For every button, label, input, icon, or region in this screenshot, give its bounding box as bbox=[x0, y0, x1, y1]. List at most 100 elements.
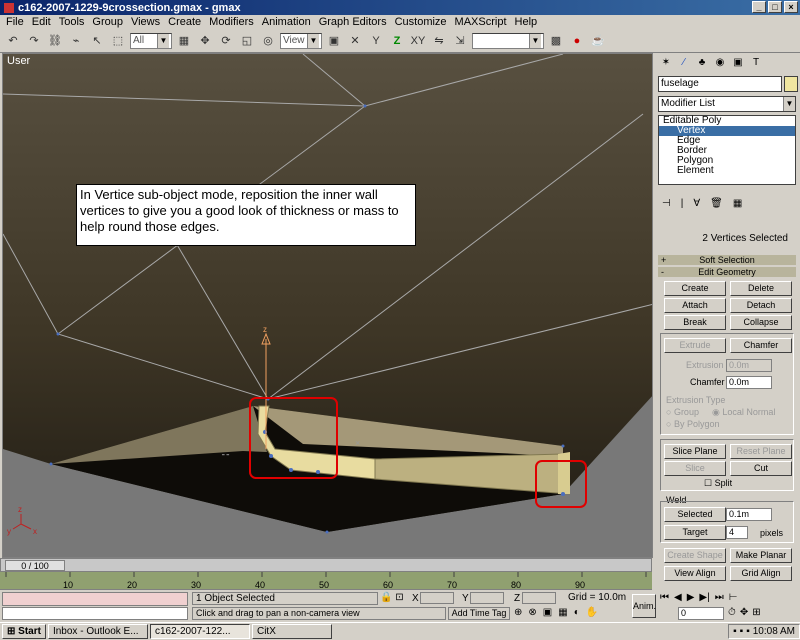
modifier-list-select[interactable]: Modifier List ▼ bbox=[658, 96, 796, 112]
tray-icon[interactable]: ▪ bbox=[733, 625, 737, 638]
render-teapot-icon[interactable]: ☕ bbox=[589, 32, 607, 50]
zoom-icon[interactable]: ⊕ bbox=[514, 607, 522, 620]
configure-modifier-sets-icon[interactable]: ▦ bbox=[733, 198, 742, 214]
group-radio[interactable]: ○ Group bbox=[666, 407, 699, 417]
redo-icon[interactable]: ↷ bbox=[25, 32, 43, 50]
align-icon[interactable]: ⇲ bbox=[451, 32, 469, 50]
menu-tools[interactable]: Tools bbox=[55, 16, 89, 28]
menu-customize[interactable]: Customize bbox=[391, 16, 451, 28]
select-by-name-icon[interactable]: ▦ bbox=[175, 32, 193, 50]
axis-z-icon[interactable]: Z bbox=[388, 32, 406, 50]
view-align-button[interactable]: View Align bbox=[664, 566, 726, 581]
rollout-edit-geometry[interactable]: - Edit Geometry bbox=[658, 267, 796, 277]
maxscript-input[interactable] bbox=[2, 607, 188, 620]
prev-frame-icon[interactable]: ◀ bbox=[674, 592, 682, 605]
create-tab-icon[interactable]: ✶ bbox=[658, 56, 674, 70]
rotate-icon[interactable]: ⟳ bbox=[217, 32, 235, 50]
weld-threshold-spinner[interactable]: 0.1m bbox=[726, 508, 772, 521]
start-button[interactable]: ⊞ Start bbox=[2, 624, 46, 639]
axis-y-icon[interactable]: Y bbox=[367, 32, 385, 50]
time-slider[interactable]: 0 / 100 bbox=[0, 558, 652, 572]
select-region-icon[interactable]: ⬚ bbox=[109, 32, 127, 50]
y-coord-field[interactable] bbox=[470, 592, 504, 604]
undo-icon[interactable]: ↶ bbox=[4, 32, 22, 50]
menu-create[interactable]: Create bbox=[164, 16, 205, 28]
menu-edit[interactable]: Edit bbox=[28, 16, 55, 28]
hierarchy-tab-icon[interactable]: ♣ bbox=[694, 56, 710, 70]
slice-button[interactable]: Slice bbox=[664, 461, 726, 476]
close-button[interactable]: × bbox=[784, 1, 798, 13]
chamfer-button[interactable]: Chamfer bbox=[730, 338, 792, 353]
go-to-end-icon[interactable]: ⏭ bbox=[715, 592, 724, 605]
modify-tab-icon[interactable]: ⁄ bbox=[676, 56, 692, 70]
weld-selected-button[interactable]: Selected bbox=[664, 507, 726, 522]
object-name-field[interactable]: fuselage bbox=[658, 76, 782, 92]
zoom-extents-all-icon[interactable]: ▦ bbox=[558, 607, 567, 620]
mirror-icon[interactable]: ⇋ bbox=[430, 32, 448, 50]
pivot-center-icon[interactable]: ▣ bbox=[325, 32, 343, 50]
axis-x-icon[interactable]: ✕ bbox=[346, 32, 364, 50]
orbit-icon[interactable]: ✥ bbox=[740, 607, 748, 620]
utilities-tab-icon[interactable]: T bbox=[748, 56, 764, 70]
render-icon[interactable]: ● bbox=[568, 32, 586, 50]
delete-button[interactable]: Delete bbox=[730, 281, 792, 296]
pan-icon[interactable]: ✋ bbox=[586, 607, 598, 620]
make-unique-icon[interactable]: ∀ bbox=[693, 198, 700, 214]
slice-plane-button[interactable]: Slice Plane bbox=[664, 444, 726, 459]
go-to-start-icon[interactable]: ⏮ bbox=[660, 592, 669, 605]
reference-coord-select[interactable]: View ▼ bbox=[280, 32, 322, 49]
minimize-button[interactable]: _ bbox=[752, 1, 766, 13]
menu-graph-editors[interactable]: Graph Editors bbox=[315, 16, 391, 28]
extrusion-spinner[interactable]: 0.0m bbox=[726, 359, 772, 372]
time-config-icon[interactable]: ⏱ bbox=[728, 607, 736, 620]
cut-button[interactable]: Cut bbox=[730, 461, 792, 476]
scale-icon[interactable]: ◱ bbox=[238, 32, 256, 50]
motion-tab-icon[interactable]: ◉ bbox=[712, 56, 728, 70]
menu-group[interactable]: Group bbox=[88, 16, 127, 28]
play-icon[interactable]: ▶ bbox=[687, 592, 695, 605]
tray-icon[interactable]: ▪ bbox=[746, 625, 750, 638]
move-icon[interactable]: ✥ bbox=[196, 32, 214, 50]
select-object-icon[interactable]: ↖ bbox=[88, 32, 106, 50]
rollout-soft-selection[interactable]: + Soft Selection bbox=[658, 255, 796, 265]
show-end-result-icon[interactable]: | bbox=[681, 198, 684, 214]
collapse-button[interactable]: Collapse bbox=[730, 315, 792, 330]
viewport-label[interactable]: User bbox=[7, 55, 30, 67]
create-shape-button[interactable]: Create Shape bbox=[664, 548, 726, 563]
pivot-icon[interactable]: ◎ bbox=[259, 32, 277, 50]
menu-animation[interactable]: Animation bbox=[258, 16, 315, 28]
field-of-view-icon[interactable]: ◐ bbox=[574, 607, 580, 620]
selection-filter-select[interactable]: All ▼ bbox=[130, 32, 172, 49]
maximize-viewport-icon[interactable]: ⊞ bbox=[752, 607, 760, 620]
maxscript-listener[interactable] bbox=[2, 592, 188, 606]
task-gmax[interactable]: c162-2007-122... bbox=[149, 624, 250, 639]
create-button[interactable]: Create bbox=[664, 281, 726, 296]
x-coord-field[interactable] bbox=[420, 592, 454, 604]
menu-help[interactable]: Help bbox=[511, 16, 542, 28]
task-citx[interactable]: CitX bbox=[251, 624, 332, 639]
reset-plane-button[interactable]: Reset Plane bbox=[730, 444, 792, 459]
display-tab-icon[interactable]: ▣ bbox=[730, 56, 746, 70]
make-planar-button[interactable]: Make Planar bbox=[730, 548, 792, 563]
modifier-stack[interactable]: Editable Poly Vertex Edge Border Polygon… bbox=[658, 115, 796, 185]
chamfer-spinner[interactable]: 0.0m bbox=[726, 376, 772, 389]
remove-modifier-icon[interactable]: 🗑 bbox=[710, 198, 723, 214]
menu-modifiers[interactable]: Modifiers bbox=[205, 16, 258, 28]
time-slider-thumb[interactable]: 0 / 100 bbox=[5, 560, 65, 571]
named-selection-select[interactable]: ▼ bbox=[472, 32, 544, 49]
track-bar[interactable]: 10 20 30 40 50 60 70 80 90 bbox=[0, 572, 652, 590]
menu-maxscript[interactable]: MAXScript bbox=[451, 16, 511, 28]
add-time-tag[interactable]: Add Time Tag bbox=[448, 607, 510, 620]
unlink-icon[interactable]: ⌁ bbox=[67, 32, 85, 50]
viewport-user[interactable]: z × ⁃⁃ z x y User In Vertice sub-object mo… bbox=[2, 53, 653, 558]
zoom-all-icon[interactable]: ⊗ bbox=[528, 607, 536, 620]
local-normal-radio[interactable]: ◉ Local Normal bbox=[712, 407, 775, 418]
attach-button[interactable]: Attach bbox=[664, 298, 726, 313]
material-editor-icon[interactable]: ▩ bbox=[547, 32, 565, 50]
stack-item-element[interactable]: Element bbox=[659, 166, 795, 176]
weld-target-button[interactable]: Target bbox=[664, 525, 726, 540]
by-polygon-radio[interactable]: ○ By Polygon bbox=[666, 419, 719, 429]
axis-xy-icon[interactable]: XY bbox=[409, 32, 427, 50]
lock-icon[interactable]: 🔒 ⊡ bbox=[380, 592, 410, 605]
object-color-swatch[interactable] bbox=[784, 76, 798, 92]
